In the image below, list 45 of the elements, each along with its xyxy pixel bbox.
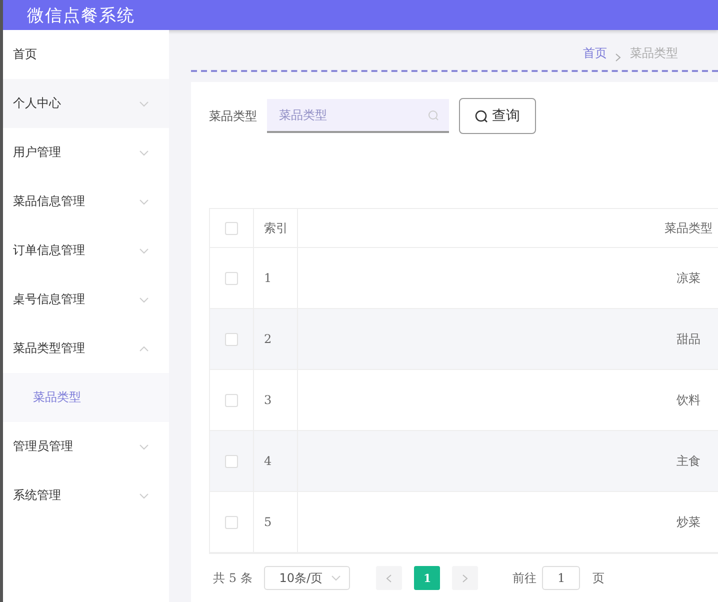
goto-label: 前往 [512, 570, 536, 586]
checkbox[interactable] [225, 222, 238, 234]
chevron-down-icon [139, 444, 149, 450]
table-cell: 3 [264, 393, 272, 407]
app-title: 微信点餐系统 [27, 4, 135, 26]
checkbox[interactable] [225, 394, 238, 406]
search-label: 菜品类型 [209, 108, 257, 124]
table-cell: 1 [264, 271, 272, 285]
search-field[interactable]: 菜品类型 [267, 99, 449, 133]
table-cell: 饮料 [676, 392, 700, 408]
chevron-down-icon [139, 296, 149, 302]
chevron-down-icon [139, 198, 149, 204]
checkbox[interactable] [225, 516, 238, 528]
table-cell: 4 [264, 454, 272, 468]
chevron-down-icon [139, 492, 149, 498]
table-cell: 甜品 [676, 330, 700, 348]
search-icon [475, 110, 488, 122]
goto-page-field[interactable]: 1 [542, 566, 580, 590]
query-button[interactable]: 查询 [459, 98, 536, 134]
chevron-down-icon [139, 150, 149, 156]
table-cell: 炒菜 [676, 514, 700, 530]
table-cell: 2 [264, 332, 272, 346]
submenu-item[interactable]: 菜品类型 [3, 373, 169, 422]
page-suffix: 页 [592, 570, 604, 586]
chevron-down-icon [331, 575, 342, 581]
prev-page-button[interactable] [376, 566, 402, 590]
chevron-down-icon [139, 248, 149, 254]
checkbox[interactable] [225, 454, 238, 468]
chevron-up-icon [139, 346, 149, 352]
chevron-left-icon [386, 574, 392, 582]
total-count: 共 5 条 [213, 570, 252, 586]
column-header: 菜品类型 [664, 220, 712, 236]
column-header: 索引 [264, 220, 288, 236]
sidebar-item[interactable]: 个人中心 [3, 79, 169, 128]
table-cell: 5 [264, 515, 272, 529]
table-cell: 主食 [676, 452, 700, 470]
separator-icon [615, 53, 622, 62]
chevron-down-icon [139, 100, 149, 106]
page-size-select[interactable]: 10条/页 [264, 566, 350, 590]
table-cell: 凉菜 [676, 270, 700, 286]
chevron-right-icon [462, 574, 468, 582]
checkbox[interactable] [225, 272, 238, 284]
search-icon [428, 110, 439, 121]
checkbox[interactable] [225, 332, 238, 346]
next-page-button[interactable] [452, 566, 478, 590]
